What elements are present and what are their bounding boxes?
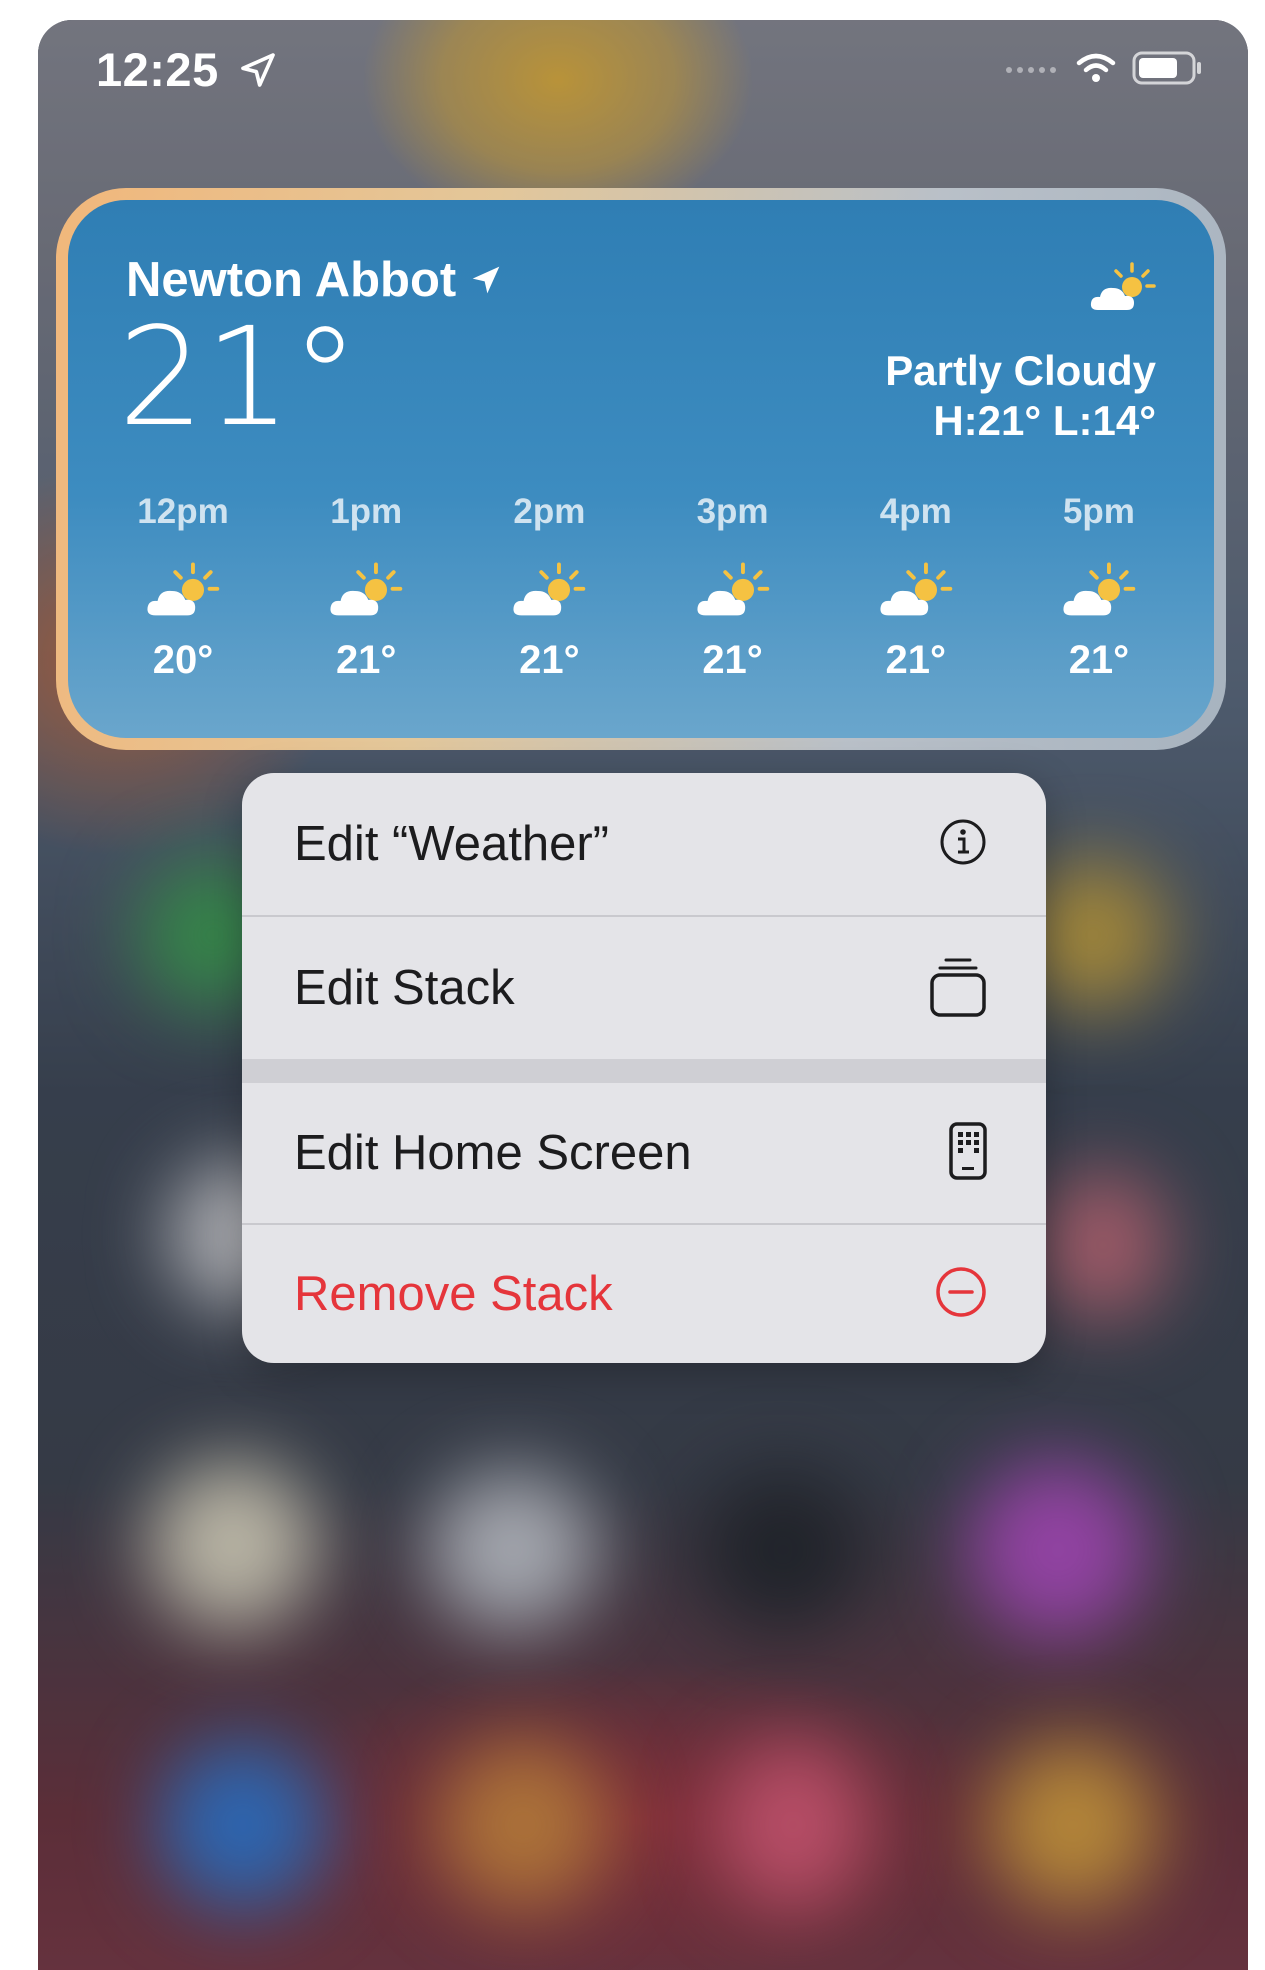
partly-cloudy-icon <box>144 548 222 634</box>
hour-temperature: 21° <box>885 638 947 682</box>
hourly-forecast-item: 5pm 21° <box>1024 492 1174 683</box>
high-low-text: H:21° L:14° <box>933 397 1156 445</box>
wifi-icon <box>1076 52 1116 89</box>
partly-cloudy-icon <box>694 548 772 634</box>
hour-label: 1pm <box>330 492 403 531</box>
hour-label: 3pm <box>696 492 769 531</box>
hour-label: 5pm <box>1062 492 1135 531</box>
phone-apps-icon <box>948 1121 988 1186</box>
status-icons <box>1004 50 1204 91</box>
hour-temperature: 21° <box>335 638 397 682</box>
menu-item-label: Edit “Weather” <box>294 817 609 871</box>
stack-icon <box>928 953 988 1024</box>
hourly-forecast-item: 1pm 21° <box>291 492 441 683</box>
context-menu: Edit “Weather” Edit Stack Edit Home Scre… <box>242 773 1046 1363</box>
hour-label: 12pm <box>137 492 229 531</box>
menu-item-label: Edit Home Screen <box>294 1126 692 1180</box>
weather-widget-highlight: Newton Abbot 21° Partly Cloudy H:21° L:1… <box>56 188 1226 750</box>
menu-group-separator <box>242 1059 1046 1083</box>
hourly-forecast-item: 4pm 21° <box>841 492 991 683</box>
hour-label: 2pm <box>513 492 586 531</box>
partly-cloudy-icon <box>1088 260 1158 321</box>
partly-cloudy-icon <box>877 548 955 634</box>
edit-home-screen-menu-item[interactable]: Edit Home Screen <box>242 1083 1046 1223</box>
hour-label: 4pm <box>879 492 952 531</box>
location-arrow-icon <box>470 252 502 308</box>
location-arrow-icon <box>238 46 278 101</box>
hourly-forecast: 12pm 20° 1pm 21° 2pm 21° 3pm 21° 4pm 21° 5pm 21° <box>108 492 1174 683</box>
hour-temperature: 21° <box>702 638 763 682</box>
status-time: 12:25 <box>96 42 278 101</box>
cellular-signal-icon <box>1004 61 1060 80</box>
weather-condition: Partly Cloudy H:21° L:14° <box>885 346 1156 447</box>
minus-circle-icon <box>934 1265 988 1324</box>
menu-item-label: Edit Stack <box>294 961 515 1015</box>
current-temperature: 21° <box>118 299 360 457</box>
hourly-forecast-item: 12pm 20° <box>108 492 258 683</box>
hourly-forecast-item: 3pm 21° <box>658 492 808 683</box>
weather-widget[interactable]: Newton Abbot 21° Partly Cloudy H:21° L:1… <box>68 200 1214 738</box>
status-time-text: 12:25 <box>96 43 219 96</box>
info-icon <box>938 817 988 872</box>
remove-stack-menu-item[interactable]: Remove Stack <box>242 1225 1046 1363</box>
hour-temperature: 21° <box>1068 638 1130 682</box>
hour-temperature: 20° <box>152 638 214 682</box>
battery-icon <box>1132 50 1204 91</box>
hour-temperature: 21° <box>519 638 580 682</box>
status-bar: 12:25 <box>38 20 1248 130</box>
partly-cloudy-icon <box>1060 548 1138 634</box>
condition-text: Partly Cloudy <box>885 347 1156 394</box>
phone-screen: 12:25 Newton Abbot 21° Partly Cloudy H:2… <box>38 20 1248 1970</box>
hourly-forecast-item: 2pm 21° <box>474 492 624 683</box>
edit-stack-menu-item[interactable]: Edit Stack <box>242 917 1046 1059</box>
menu-item-label: Remove Stack <box>294 1267 613 1321</box>
partly-cloudy-icon <box>510 548 588 634</box>
partly-cloudy-icon <box>327 548 405 634</box>
edit-weather-menu-item[interactable]: Edit “Weather” <box>242 773 1046 915</box>
